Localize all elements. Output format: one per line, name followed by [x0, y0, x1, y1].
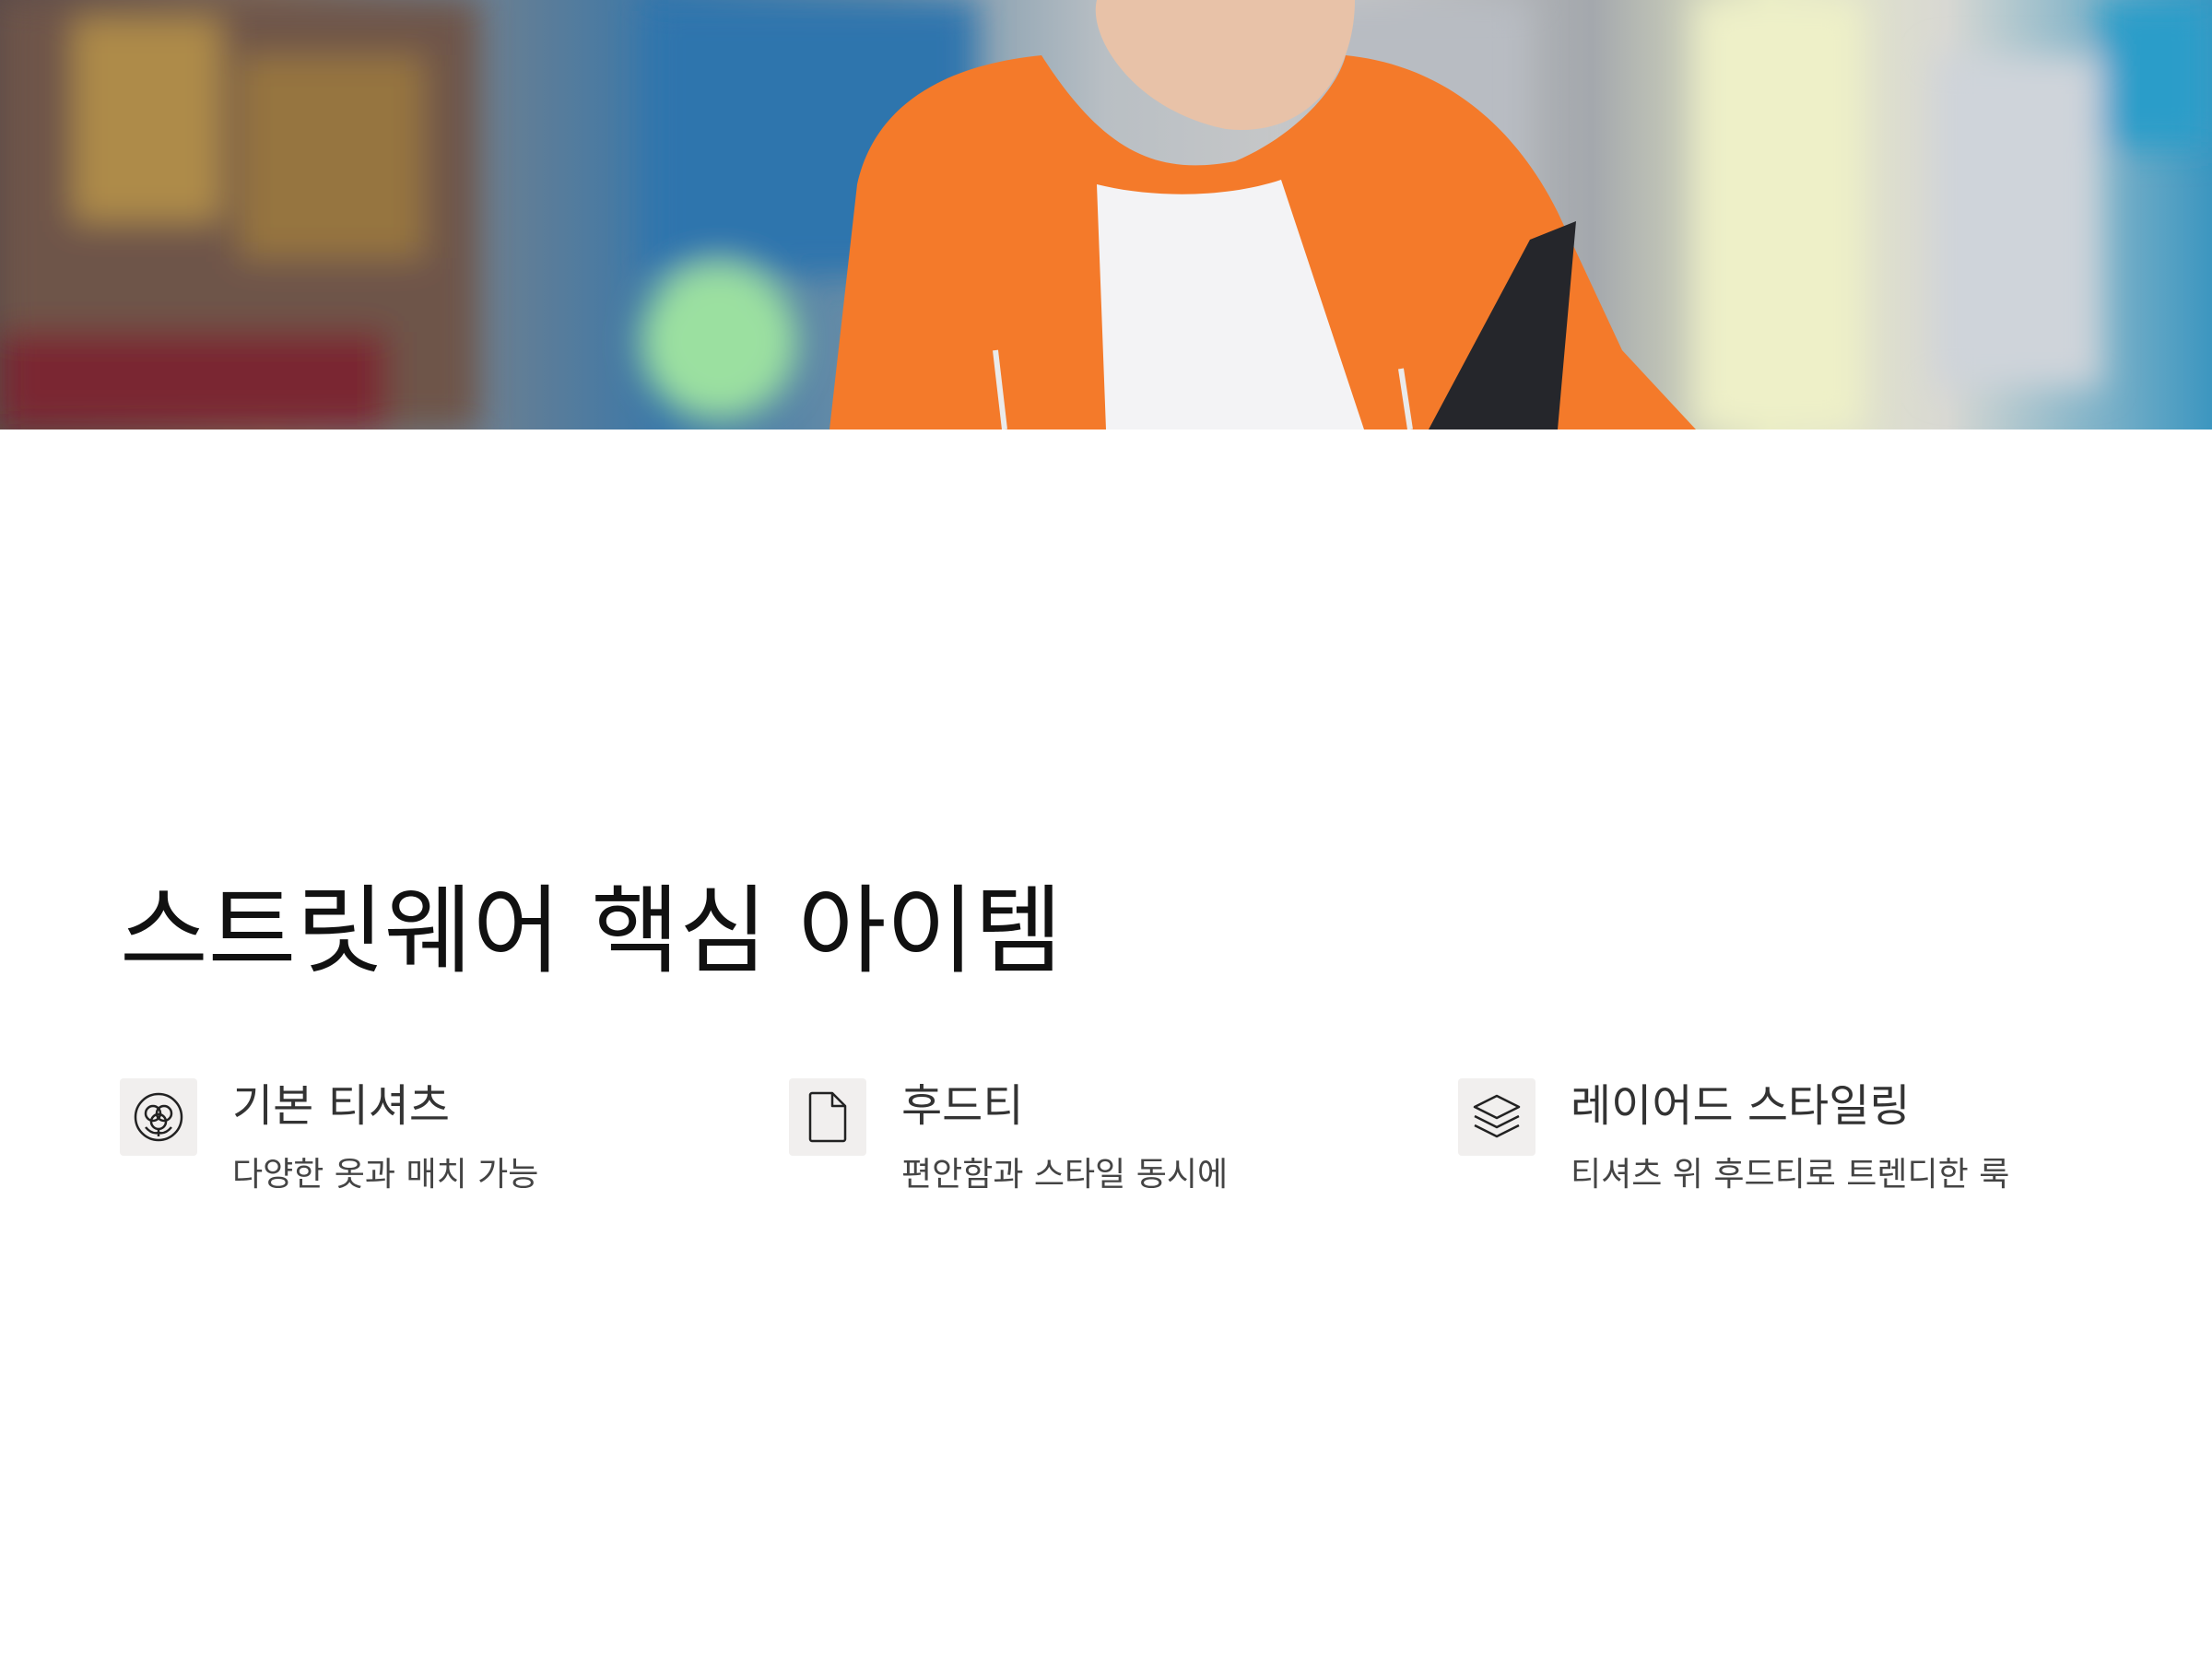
feature-description: 티셔츠 위 후드티로 트렌디한 룩: [1571, 1156, 2010, 1194]
hero-photo-illustration: [0, 0, 2212, 429]
feature-description: 다양한 옷과 매치 가능: [232, 1156, 539, 1194]
feature-title: 기본 티셔츠: [232, 1080, 451, 1132]
feature-title: 후드티: [901, 1080, 1024, 1132]
cotton-flower-icon: [120, 1078, 197, 1156]
section-heading: 스트릿웨어 핵심 아이템: [120, 875, 1063, 987]
feature-title: 레이어드 스타일링: [1571, 1080, 1911, 1132]
layers-icon: [1458, 1078, 1535, 1156]
feature-description: 편안함과 스타일 동시에: [901, 1156, 1229, 1194]
hero-image: [0, 0, 2212, 429]
file-icon: [789, 1078, 866, 1156]
